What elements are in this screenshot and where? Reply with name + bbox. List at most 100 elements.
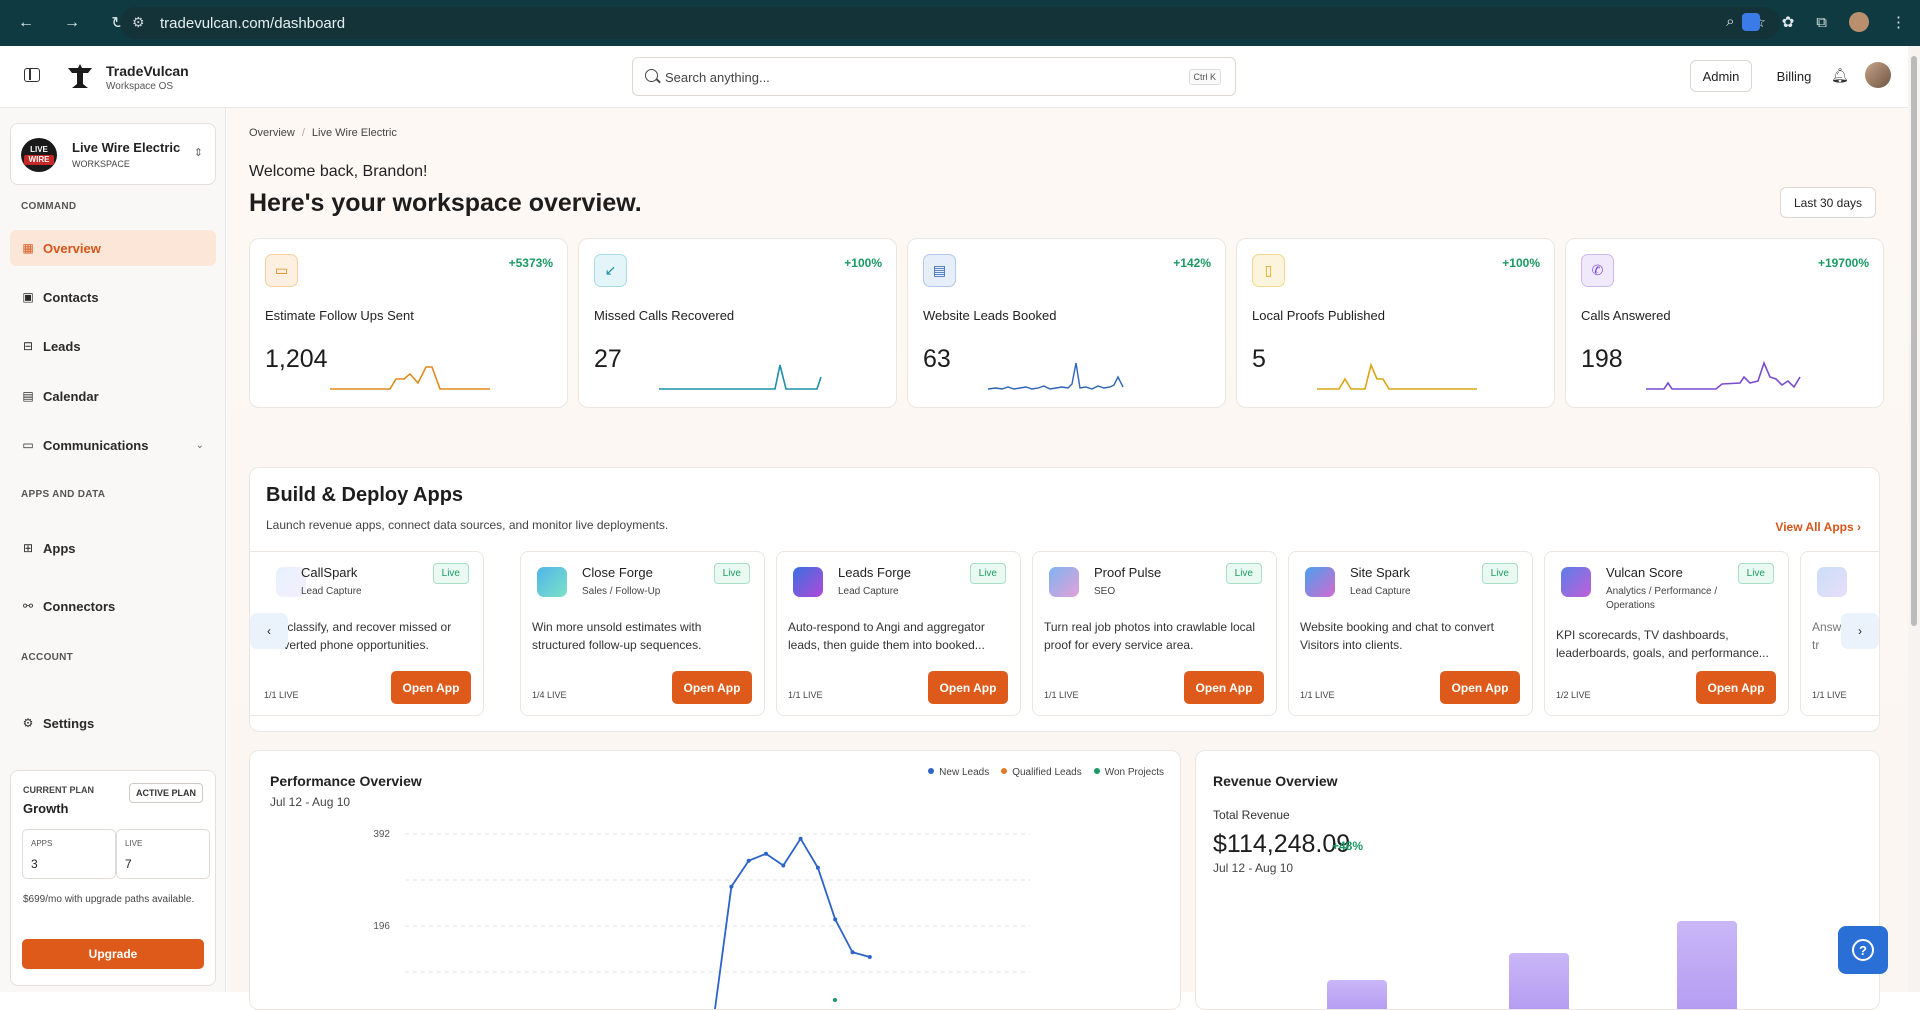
section-apps-data: APPS AND DATA [21, 489, 105, 500]
calendar-check-icon: ▤ [923, 254, 956, 287]
stat-value: 5 [1252, 345, 1266, 374]
scrollbar-thumb[interactable] [1911, 56, 1917, 626]
app-card-vulcan-score[interactable]: Vulcan Score Analytics / Performance / O… [1544, 551, 1789, 716]
stat-card-estimate-follow-ups[interactable]: ▭ +5373% Estimate Follow Ups Sent 1,204 [249, 238, 568, 408]
sparkline [1317, 357, 1487, 397]
user-avatar[interactable] [1865, 62, 1891, 88]
back-icon[interactable]: ← [16, 14, 36, 32]
stat-card-local-proofs[interactable]: ▯ +100% Local Proofs Published 5 [1236, 238, 1555, 408]
phone-call-icon: ✆ [1581, 254, 1614, 287]
revenue-bar[interactable] [1677, 921, 1737, 1010]
profile-avatar[interactable] [1849, 12, 1869, 32]
grid-icon: ⊞ [21, 541, 35, 555]
open-app-button[interactable]: Open App [1440, 671, 1520, 704]
app-card-proof-pulse[interactable]: Proof Pulse SEO Live Turn real job photo… [1032, 551, 1277, 716]
brand-name: TradeVulcan [106, 63, 189, 79]
app-card-site-spark[interactable]: Site Spark Lead Capture Live Website boo… [1288, 551, 1533, 716]
site-spark-app-icon [1305, 567, 1335, 597]
y-tick-label: 196 [373, 921, 390, 932]
sidebar-item-settings[interactable]: ⚙Settings [10, 705, 216, 741]
bell-icon[interactable]: 🔔︎ [1831, 67, 1849, 84]
sidebar-item-contacts[interactable]: ▣Contacts [10, 279, 216, 315]
open-app-button[interactable]: Open App [391, 671, 471, 704]
sidebar-item-leads[interactable]: ⊟Leads [10, 328, 216, 364]
data-point [851, 950, 855, 954]
app-card-leads-forge[interactable]: Leads Forge Lead Capture Live Auto-respo… [776, 551, 1021, 716]
main-content: Overview/Live Wire Electric Welcome back… [227, 108, 1908, 992]
data-point [729, 885, 733, 889]
won-projects-point [833, 998, 837, 1002]
billing-button[interactable]: Billing [1766, 60, 1822, 92]
breadcrumb-overview[interactable]: Overview [249, 127, 295, 139]
data-point [764, 852, 768, 856]
live-badge: Live [433, 563, 469, 584]
sparkline [1646, 357, 1816, 397]
browser-menu-icon[interactable]: ⋮ [1891, 13, 1906, 31]
date-range-button[interactable]: Last 30 days [1780, 187, 1876, 218]
stat-value: 198 [1581, 345, 1623, 374]
open-app-button[interactable]: Open App [928, 671, 1008, 704]
stat-card-website-leads[interactable]: ▤ +142% Website Leads Booked 63 [907, 238, 1226, 408]
message-icon: ▭ [265, 254, 298, 287]
browser-toolbar: ← → ↻ ⚙ tradevulcan.com/dashboard ⌕ ☆ ✿ … [0, 0, 1920, 46]
open-app-button[interactable]: Open App [672, 671, 752, 704]
zoom-icon[interactable]: ⌕ [1726, 13, 1734, 31]
live-badge: Live [1226, 563, 1262, 584]
app-card-close-forge[interactable]: Close Forge Sales / Follow-Up Live Win m… [520, 551, 765, 716]
app-live-count: 1/1 LIVE [788, 690, 823, 700]
plan-apps-box: APPS 3 [22, 829, 116, 879]
search-input[interactable]: Search anything... Ctrl K [632, 57, 1236, 96]
chatgpt-extension-icon[interactable]: ✿ [1782, 13, 1795, 31]
tradevulcan-logo [66, 62, 94, 90]
carousel-next-button[interactable]: › [1841, 613, 1879, 649]
section-command: COMMAND [21, 201, 76, 212]
plan-badge: ACTIVE PLAN [129, 783, 203, 803]
search-icon [645, 69, 658, 82]
sidebar-item-communications[interactable]: ▭Communications⌄ [10, 427, 216, 463]
sidebar-item-calendar[interactable]: ▤Calendar [10, 378, 216, 414]
help-button[interactable]: ? [1838, 926, 1888, 974]
stat-card-calls-answered[interactable]: ✆ +19700% Calls Answered 198 [1565, 238, 1884, 408]
search-placeholder: Search anything... [665, 70, 770, 85]
stat-value: 1,204 [265, 345, 328, 374]
sidebar-item-apps[interactable]: ⊞Apps [10, 530, 216, 566]
app-name: Proof Pulse [1094, 565, 1161, 580]
sidebar-toggle-icon[interactable] [24, 68, 40, 82]
app-description: ute, classify, and recover missed or con… [264, 618, 484, 654]
app-live-count: 1/4 LIVE [532, 690, 567, 700]
extension-icon[interactable] [1742, 13, 1760, 31]
admin-button[interactable]: Admin [1690, 60, 1752, 92]
revenue-bar[interactable] [1327, 980, 1387, 1010]
app-live-count: 1/1 LIVE [264, 690, 299, 700]
stat-label: Estimate Follow Ups Sent [265, 308, 414, 323]
chevron-down-icon: ⌄ [196, 440, 204, 451]
upgrade-button[interactable]: Upgrade [22, 939, 204, 969]
forward-icon[interactable]: → [62, 14, 82, 32]
app-category: Analytics / Performance / Operations [1606, 585, 1726, 613]
address-bar[interactable]: ⚙ tradevulcan.com/dashboard ⌕ ☆ [120, 7, 1780, 39]
revenue-label: Total Revenue [1213, 808, 1290, 822]
chevron-left-icon: ‹ [267, 624, 271, 638]
extensions-puzzle-icon[interactable]: ⧉ [1816, 14, 1827, 31]
vulcan-score-app-icon [1561, 567, 1591, 597]
revenue-bar[interactable] [1509, 953, 1569, 1010]
view-all-apps-link[interactable]: View All Apps › [1775, 520, 1861, 534]
revenue-card: Revenue Overview Total Revenue $114,248.… [1195, 750, 1880, 1010]
open-app-button[interactable]: Open App [1696, 671, 1776, 704]
message-icon: ▭ [21, 438, 35, 452]
stat-card-missed-calls[interactable]: ↙ +100% Missed Calls Recovered 27 [578, 238, 897, 408]
live-badge: Live [1482, 563, 1518, 584]
contact-icon: ▣ [21, 290, 35, 304]
plan-apps-label: APPS [31, 839, 52, 848]
sidebar-item-overview[interactable]: ▦Overview [10, 230, 216, 266]
chevron-updown-icon: ⇕ [194, 146, 203, 159]
open-app-button[interactable]: Open App [1184, 671, 1264, 704]
revenue-range: Jul 12 - Aug 10 [1213, 861, 1293, 875]
sidebar-item-connectors[interactable]: ⚯Connectors [10, 588, 216, 624]
app-live-count: 1/2 LIVE [1556, 690, 1591, 700]
carousel-prev-button[interactable]: ‹ [250, 613, 288, 649]
page-scrollbar[interactable] [1908, 46, 1920, 992]
document-icon: ▯ [1252, 254, 1285, 287]
site-settings-icon[interactable]: ⚙ [132, 14, 145, 31]
workspace-switcher[interactable]: LIVEWIRE Live Wire Electric WORKSPACE ⇕ [10, 123, 216, 185]
